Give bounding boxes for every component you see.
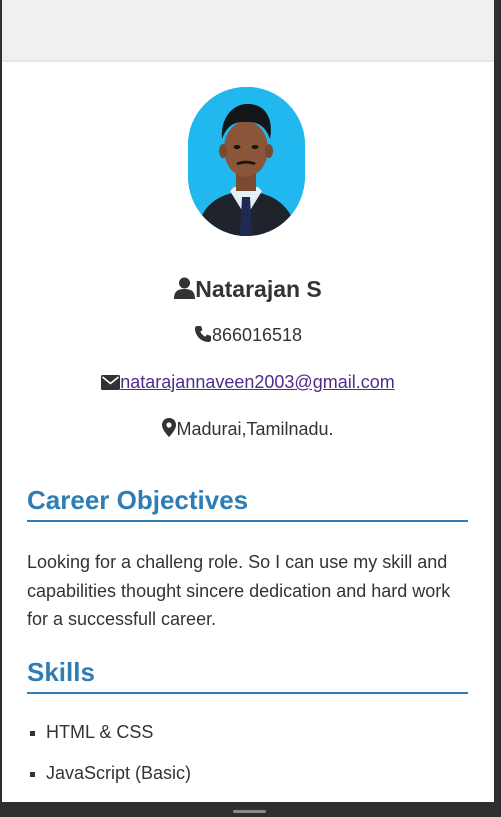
home-handle[interactable] — [233, 810, 266, 813]
user-icon — [174, 277, 196, 305]
career-objectives-text: Looking for a challeng role. So I can us… — [27, 552, 451, 629]
location-text: Madurai,Tamilnadu. — [176, 419, 334, 439]
skills-heading: Skills — [27, 657, 468, 694]
browser-top-bar — [2, 0, 494, 62]
phone-row: 866016518 — [2, 325, 494, 348]
location-row: Madurai,Tamilnadu. — [2, 418, 494, 442]
skill-item: JavaScript (Basic) — [27, 759, 191, 800]
envelope-icon — [101, 374, 121, 395]
resume-page[interactable]: Natarajan S 866016518 natarajannaveen200… — [2, 62, 494, 802]
career-objectives-heading: Career Objectives — [27, 485, 468, 522]
phone-number: 866016518 — [211, 325, 303, 345]
email-link[interactable]: natarajannaveen2003@gmail.com — [120, 372, 394, 392]
device-frame-right — [494, 0, 501, 817]
name-text: Natarajan S — [195, 276, 322, 302]
skills-list: HTML & CSS JavaScript (Basic) — [27, 718, 191, 800]
email-row: natarajannaveen2003@gmail.com — [2, 372, 494, 395]
skill-item: HTML & CSS — [27, 718, 191, 759]
name-heading: Natarajan S — [2, 276, 494, 305]
map-marker-icon — [162, 418, 177, 442]
profile-photo — [188, 87, 305, 236]
phone-icon — [194, 325, 212, 348]
